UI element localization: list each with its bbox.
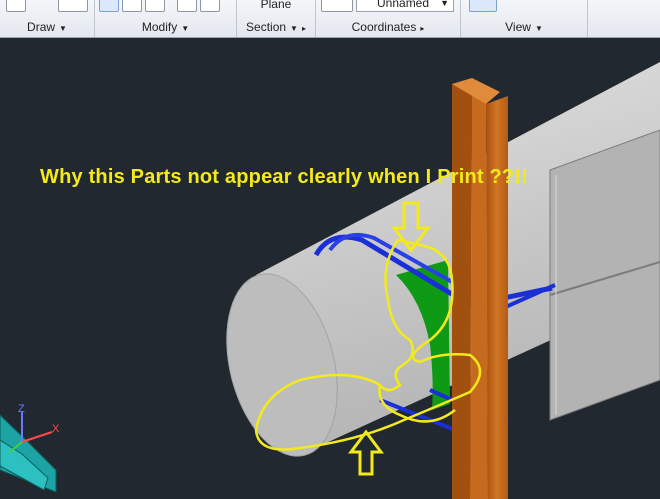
ucs-icon[interactable]: [321, 0, 353, 12]
annotation-text: Why this Parts not appear clearly when I…: [40, 166, 529, 188]
beam-flange: [452, 78, 472, 499]
chevron-down-icon[interactable]: ▼: [440, 0, 449, 11]
polyline-icon[interactable]: [6, 0, 26, 12]
beam-web: [470, 78, 488, 499]
copy-icon[interactable]: [200, 0, 220, 12]
array-icon[interactable]: [99, 0, 119, 12]
panel-section: Plane Section ▼ ▸: [237, 0, 316, 37]
ucs-z-label: Z: [18, 403, 25, 415]
ucs-icon: Z X: [0, 403, 60, 493]
stretch-icon[interactable]: [122, 0, 142, 12]
chevron-down-icon[interactable]: ▼: [290, 24, 298, 33]
chevron-down-icon[interactable]: ▼: [535, 24, 543, 33]
chevron-down-icon[interactable]: ▼: [59, 24, 67, 33]
panel-title-view[interactable]: View ▼: [461, 20, 587, 35]
panel-modify-label: Modify: [141, 20, 178, 34]
ribbon: Draw ▼ Modify ▼ Plane Section ▼ ▸ Unnamed ▼ …: [0, 0, 660, 38]
drawing-viewport[interactable]: Z X Why this Parts not appear clearly wh…: [0, 38, 660, 499]
ucs-named-combo[interactable]: Unnamed ▼: [356, 0, 454, 12]
view-cube-icon[interactable]: [469, 0, 497, 12]
panel-launcher-icon[interactable]: ▸: [420, 24, 424, 33]
panel-draw-label: Draw: [27, 20, 56, 34]
panel-view-label: View: [505, 20, 531, 34]
ucs-x-label: X: [52, 423, 60, 435]
panel-launcher-icon[interactable]: ▸: [302, 24, 306, 33]
panel-modify: Modify ▼: [95, 0, 237, 37]
model-scene: Z X: [0, 62, 660, 499]
panel-view: View ▼: [461, 0, 588, 37]
ucs-combo-value: Unnamed: [377, 0, 430, 10]
rotate-icon[interactable]: [145, 0, 165, 12]
panel-coordinates-label: Coordinates: [351, 20, 417, 34]
panel-title-section[interactable]: Section ▼ ▸: [237, 20, 315, 35]
section-plane-button[interactable]: Plane: [237, 0, 315, 11]
panel-title-draw[interactable]: Draw ▼: [0, 20, 94, 35]
beam-flange: [486, 96, 508, 499]
erase-icon[interactable]: [177, 0, 197, 12]
plate-panel: [549, 129, 660, 421]
panel-section-label: Section: [246, 20, 287, 34]
panel-title-modify[interactable]: Modify ▼: [95, 20, 236, 35]
panel-coordinates: Unnamed ▼ Coordinates ▸: [316, 0, 461, 37]
arc-icon[interactable]: [58, 0, 88, 12]
panel-title-coordinates[interactable]: Coordinates ▸: [316, 20, 460, 35]
chevron-down-icon[interactable]: ▼: [181, 24, 189, 33]
panel-draw: Draw ▼: [0, 0, 95, 37]
